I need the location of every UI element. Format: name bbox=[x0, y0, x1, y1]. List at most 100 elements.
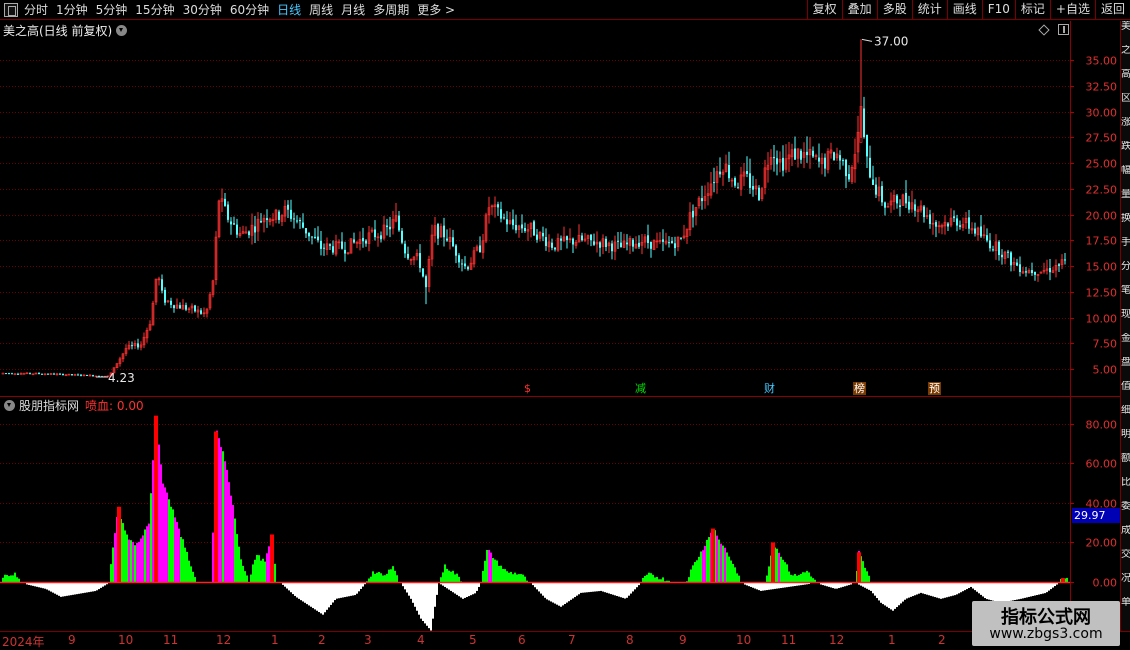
candle-body bbox=[728, 164, 730, 179]
right-bar-glyph[interactable]: 涨 bbox=[1121, 117, 1130, 141]
candle-body bbox=[713, 182, 715, 184]
indicator-bar bbox=[242, 565, 244, 582]
indicator-bar bbox=[506, 571, 508, 582]
candle-body bbox=[1007, 251, 1009, 253]
indicator-neg-bar bbox=[468, 583, 470, 597]
date-label: 2024年 bbox=[2, 635, 45, 649]
right-bar-glyph[interactable]: 区 bbox=[1121, 93, 1130, 117]
kline-chart[interactable]: 35.0032.5030.0027.5025.0022.5020.0017.50… bbox=[0, 0, 1130, 650]
indicator-bar bbox=[788, 571, 790, 582]
right-bar-glyph[interactable]: 之 bbox=[1121, 45, 1130, 69]
indicator-bar bbox=[496, 560, 498, 582]
indicator-neg-bar bbox=[572, 583, 574, 599]
right-bar-glyph[interactable]: 比 bbox=[1121, 477, 1130, 501]
right-bar-glyph[interactable]: 分 bbox=[1121, 261, 1130, 285]
indicator-neg-bar bbox=[948, 583, 950, 597]
right-bar-glyph[interactable]: 值 bbox=[1121, 381, 1130, 405]
indicator-bar bbox=[766, 575, 768, 582]
right-bar-glyph[interactable]: 明 bbox=[1121, 429, 1130, 453]
candle-body bbox=[599, 242, 601, 248]
indicator-neg-bar bbox=[316, 583, 318, 611]
indicator-neg-bar bbox=[964, 583, 966, 591]
indicator-neg-bar bbox=[842, 583, 844, 587]
right-bar-glyph[interactable]: 换 bbox=[1121, 213, 1130, 237]
right-bar-glyph[interactable]: 高 bbox=[1121, 69, 1130, 93]
indicator-neg-bar bbox=[748, 583, 750, 587]
event-mark-finance[interactable]: 财 bbox=[763, 382, 776, 395]
indicator-neg-bar bbox=[474, 583, 476, 594]
candle-body bbox=[92, 375, 94, 377]
indicator-neg-bar bbox=[880, 583, 882, 603]
indicator-bar bbox=[794, 574, 796, 582]
right-bar-glyph[interactable]: 美 bbox=[1121, 21, 1130, 45]
right-bar-glyph[interactable]: 额 bbox=[1121, 453, 1130, 477]
indicator-bar bbox=[722, 545, 724, 582]
indicator-bar bbox=[726, 552, 728, 582]
indicator-bar bbox=[486, 549, 488, 582]
right-bar-glyph[interactable]: 量 bbox=[1121, 189, 1130, 213]
indicator-neg-bar bbox=[920, 583, 922, 593]
right-bar-glyph[interactable]: 细 bbox=[1121, 405, 1130, 429]
candle-body bbox=[842, 160, 844, 162]
right-bar-glyph[interactable]: 单 bbox=[1121, 597, 1130, 621]
candle-body bbox=[908, 201, 910, 210]
indicator-bar bbox=[192, 571, 194, 582]
right-bar-glyph[interactable]: 况 bbox=[1121, 573, 1130, 597]
indicator-bar bbox=[396, 575, 398, 582]
candle-body bbox=[29, 372, 31, 374]
candle-body bbox=[719, 171, 721, 175]
indicator-neg-bar bbox=[104, 583, 106, 586]
indicator-neg-bar bbox=[538, 583, 540, 592]
indicator-neg-bar bbox=[620, 583, 622, 598]
indicator-bar bbox=[810, 576, 812, 582]
chevron-down-icon[interactable] bbox=[4, 399, 15, 411]
right-bar-glyph[interactable]: 盘 bbox=[1121, 357, 1130, 381]
candle-body bbox=[734, 178, 736, 186]
candle-body bbox=[521, 224, 523, 229]
indicator-bar bbox=[730, 560, 732, 582]
right-bar-glyph[interactable]: 手 bbox=[1121, 237, 1130, 261]
candle-body bbox=[626, 242, 628, 245]
indicator-neg-bar bbox=[934, 583, 936, 598]
indicator-neg-bar bbox=[348, 583, 350, 597]
right-bar-glyph[interactable]: 委 bbox=[1121, 501, 1130, 525]
right-bar-glyph[interactable]: 幅 bbox=[1121, 165, 1130, 189]
indicator-neg-bar bbox=[952, 583, 954, 596]
candle-body bbox=[923, 206, 925, 218]
candle-body bbox=[980, 226, 982, 237]
indicator-bar bbox=[12, 575, 14, 582]
indicator-bar bbox=[258, 555, 260, 582]
indicator-neg-bar bbox=[978, 583, 980, 594]
indicator-bar bbox=[724, 547, 726, 582]
indicator-bar bbox=[694, 562, 696, 582]
price-tick-label: 32.50 bbox=[1086, 81, 1118, 94]
indicator-bar bbox=[814, 579, 816, 582]
right-bar-glyph[interactable]: 笔 bbox=[1121, 285, 1130, 309]
candle-body bbox=[872, 179, 874, 185]
indicator-neg-bar bbox=[582, 583, 584, 593]
indicator-neg-bar bbox=[838, 583, 840, 589]
indicator-neg-bar bbox=[72, 583, 74, 595]
indicator-bar bbox=[182, 539, 184, 582]
event-mark-dollar[interactable]: $ bbox=[523, 382, 532, 395]
right-bar-glyph[interactable]: 跌 bbox=[1121, 141, 1130, 165]
right-bar-glyph[interactable]: 现 bbox=[1121, 309, 1130, 333]
right-bar-glyph[interactable]: 金 bbox=[1121, 333, 1130, 357]
indicator-bar bbox=[734, 567, 736, 582]
event-mark-list[interactable]: 榜 bbox=[853, 382, 866, 395]
event-mark-forecast[interactable]: 预 bbox=[928, 382, 941, 395]
indicator-header: 股朋指标网 喷血: 0.00 bbox=[0, 397, 144, 413]
indicator-neg-bar bbox=[834, 583, 836, 589]
candle-body bbox=[692, 210, 694, 218]
right-bar-glyph[interactable]: 成 bbox=[1121, 525, 1130, 549]
right-bar-glyph[interactable]: 交 bbox=[1121, 549, 1130, 573]
indicator-neg-bar bbox=[588, 583, 590, 593]
candle-body bbox=[989, 240, 991, 249]
candle-body bbox=[533, 221, 535, 236]
indicator-neg-bar bbox=[794, 583, 796, 587]
indicator-name[interactable]: 股朋指标网 bbox=[19, 397, 79, 414]
indicator-neg-bar bbox=[1012, 583, 1014, 601]
indicator-neg-bar bbox=[902, 583, 904, 602]
event-mark-reduce[interactable]: 减 bbox=[634, 382, 647, 395]
indicator-neg-bar bbox=[824, 583, 826, 586]
